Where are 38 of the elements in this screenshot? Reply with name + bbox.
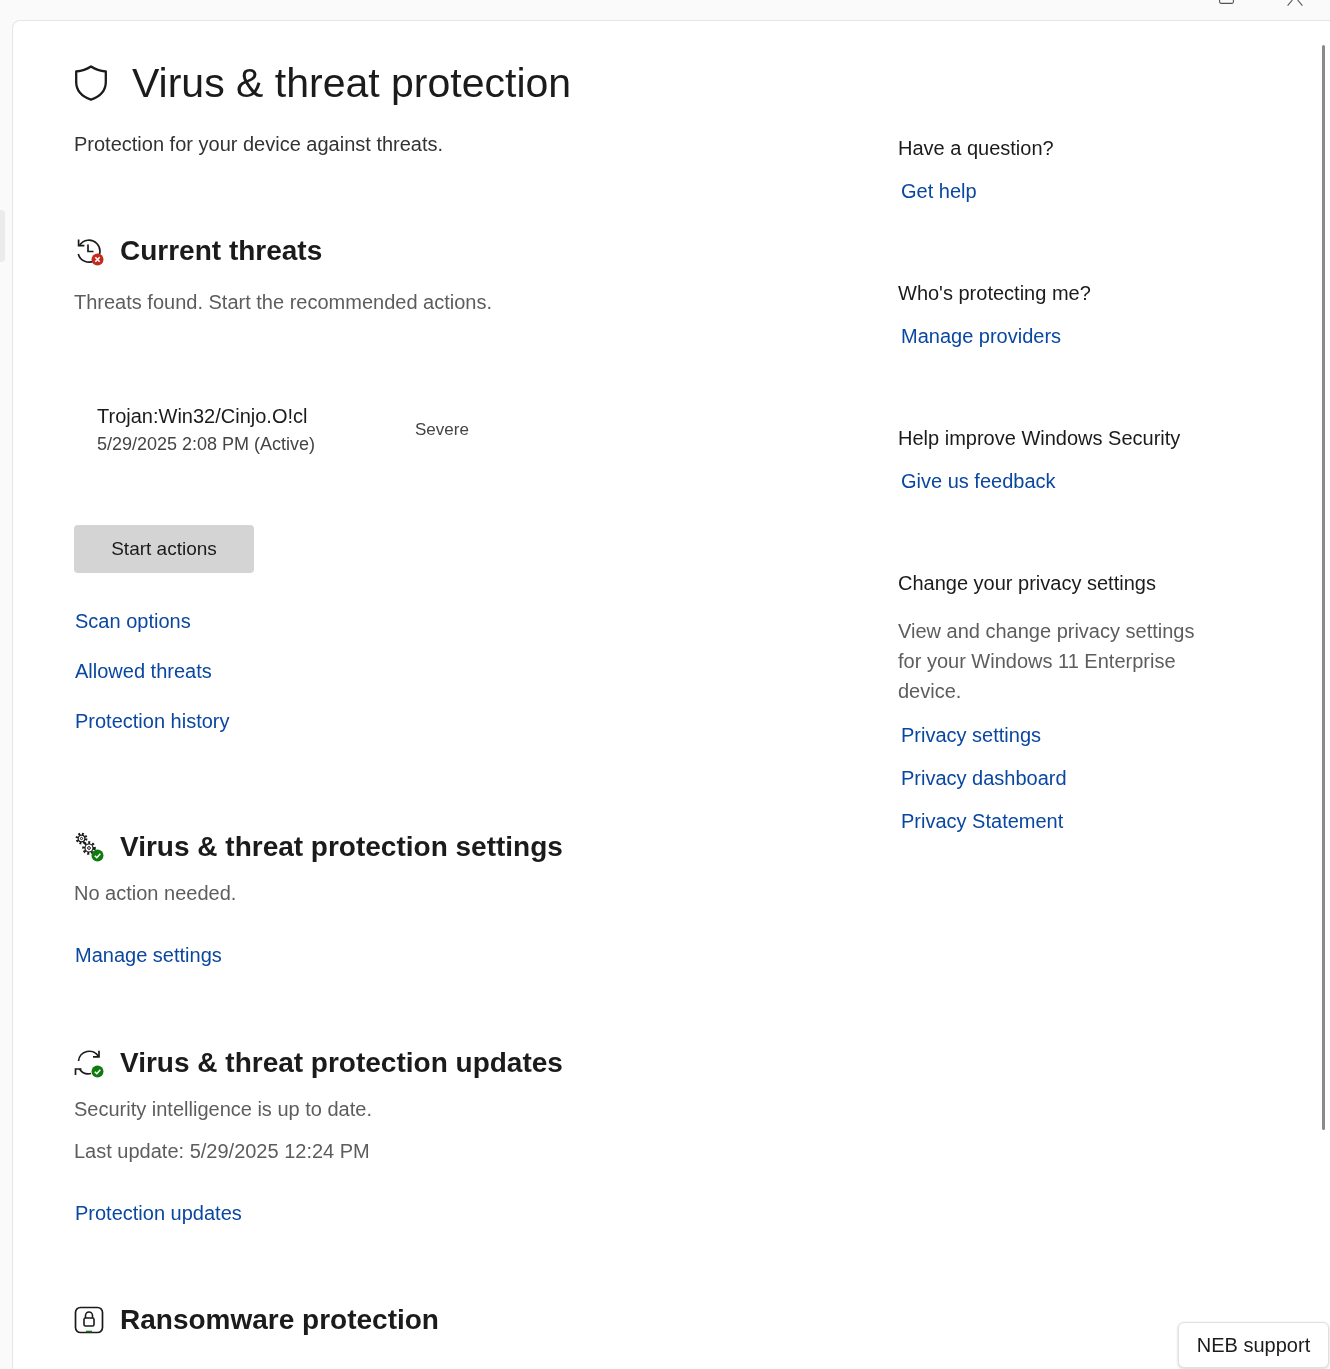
threat-name: Trojan:Win32/Cinjo.O!cl	[97, 404, 308, 429]
section-heading: Virus & threat protection updates	[120, 1046, 563, 1080]
help-link[interactable]: Manage providers	[901, 322, 1062, 350]
section-link[interactable]: Protection history	[75, 707, 230, 735]
help-link[interactable]: Privacy dashboard	[901, 764, 1067, 792]
scrollbar-thumb[interactable]	[1322, 45, 1325, 1130]
threat-severity: Severe	[415, 418, 469, 441]
gears-check-icon	[74, 832, 104, 862]
section-heading: Ransomware protection	[120, 1303, 439, 1337]
shield-icon	[74, 65, 108, 101]
lock-box-icon	[74, 1305, 104, 1335]
section-link[interactable]: Scan options	[75, 607, 191, 635]
section-heading: Virus & threat protection settings	[120, 830, 563, 864]
help-link[interactable]: Privacy Statement	[901, 807, 1064, 835]
section-link[interactable]: Protection updates	[75, 1199, 242, 1227]
threat-date: 5/29/2025 2:08 PM (Active)	[97, 433, 316, 456]
help-heading: Help improve Windows Security	[898, 426, 1181, 451]
help-link[interactable]: Get help	[901, 177, 977, 205]
section-heading: Current threats	[120, 234, 323, 268]
section-link[interactable]: Manage settings	[75, 941, 222, 969]
status-text: No action needed.	[74, 881, 237, 906]
sync-check-icon	[74, 1048, 104, 1078]
help-heading: Have a question?	[898, 136, 1054, 161]
status-text: Security intelligence is up to date.	[74, 1097, 372, 1122]
status-text: Last update: 5/29/2025 12:24 PM	[74, 1139, 370, 1164]
page-subtitle: Protection for your device against threats.	[74, 132, 444, 157]
section-link[interactable]: Allowed threats	[75, 657, 212, 685]
page-title: Virus & threat protection	[132, 59, 572, 107]
help-heading: Change your privacy settings	[898, 571, 1156, 596]
help-heading: Who's protecting me?	[898, 281, 1091, 306]
close-icon[interactable]	[1287, 0, 1303, 6]
help-link[interactable]: Privacy settings	[901, 721, 1042, 749]
help-link[interactable]: Give us feedback	[901, 467, 1056, 495]
help-description: View and change privacy settings for your Windows 11 Enterprise device.	[898, 619, 1196, 704]
maximize-icon[interactable]	[1219, 0, 1234, 4]
status-text: Threats found. Start the recommended actions.	[74, 290, 492, 315]
start-actions-button[interactable]: Start actions	[74, 525, 254, 573]
support-button[interactable]: NEB support	[1178, 1322, 1329, 1368]
